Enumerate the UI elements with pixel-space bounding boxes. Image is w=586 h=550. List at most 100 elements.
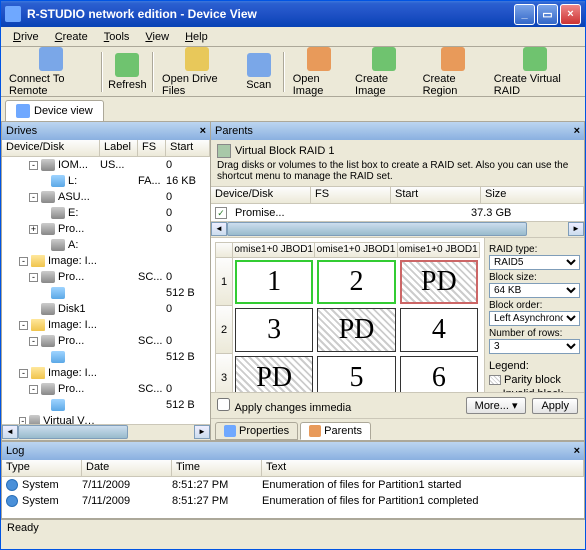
tab-properties[interactable]: Properties: [215, 422, 298, 440]
parents-hscroll[interactable]: ◄ ►: [211, 221, 584, 237]
toolbar-connect-to-remote[interactable]: Connect To Remote: [5, 45, 97, 99]
expand-icon[interactable]: -: [29, 273, 38, 282]
tab-parents[interactable]: Parents: [300, 422, 371, 440]
expand-icon[interactable]: -: [29, 193, 38, 202]
drive-row[interactable]: +Pro...0: [2, 221, 210, 237]
expand-icon[interactable]: [39, 401, 48, 410]
drive-row[interactable]: -Image: I...: [2, 365, 210, 381]
expand-icon[interactable]: -: [29, 337, 38, 346]
drive-row[interactable]: -Virtual Volum...: [2, 413, 210, 424]
toolbar: Connect To RemoteRefreshOpen Drive Files…: [1, 47, 585, 97]
drive-row[interactable]: -Image: I...: [2, 253, 210, 269]
col-device[interactable]: Device/Disk: [2, 140, 100, 156]
expand-icon[interactable]: +: [29, 225, 38, 234]
raid-cell[interactable]: 2: [317, 260, 395, 304]
raid-cell[interactable]: 3: [235, 308, 313, 352]
scroll-left-icon[interactable]: ◄: [211, 222, 227, 236]
raidtype-select[interactable]: RAID5: [489, 255, 580, 270]
expand-icon[interactable]: -: [19, 417, 26, 425]
col-label[interactable]: Label: [100, 140, 138, 156]
drive-row[interactable]: 512 B: [2, 397, 210, 413]
expand-icon[interactable]: -: [19, 257, 28, 266]
expand-icon[interactable]: [39, 289, 48, 298]
raid-cell[interactable]: 5: [317, 356, 395, 392]
scroll-thumb[interactable]: [227, 222, 527, 236]
raid-cell[interactable]: PD: [400, 260, 478, 304]
expand-icon[interactable]: -: [29, 385, 38, 394]
log-row[interactable]: System7/11/20098:51:27 PMEnumeration of …: [2, 493, 584, 509]
drives-hscroll[interactable]: ◄ ►: [2, 424, 210, 440]
expand-icon[interactable]: [39, 177, 48, 186]
scroll-thumb[interactable]: [18, 425, 128, 439]
col-start[interactable]: Start: [166, 140, 210, 156]
menu-view[interactable]: View: [137, 29, 177, 45]
drive-row[interactable]: Disk10: [2, 301, 210, 317]
expand-icon[interactable]: -: [19, 369, 28, 378]
maximize-button[interactable]: ▭: [537, 4, 558, 25]
lcol-type[interactable]: Type: [2, 460, 82, 476]
blockorder-select[interactable]: Left Asynchronous: [489, 311, 580, 326]
drive-row[interactable]: -ASU...0: [2, 189, 210, 205]
expand-icon[interactable]: [39, 209, 48, 218]
drive-row[interactable]: E:0: [2, 205, 210, 221]
drive-row[interactable]: -Image: I...: [2, 317, 210, 333]
toolbar-create-virtual-raid[interactable]: Create Virtual RAID: [490, 45, 581, 99]
toolbar-create-image[interactable]: Create Image: [351, 45, 417, 99]
toolbar-create-region[interactable]: Create Region: [419, 45, 488, 99]
parent-row[interactable]: ✓ Promise... 37.3 GB: [211, 204, 584, 221]
menu-help[interactable]: Help: [177, 29, 216, 45]
expand-icon[interactable]: [39, 353, 48, 362]
apply-button[interactable]: Apply: [532, 398, 578, 414]
close-button[interactable]: ×: [560, 4, 581, 25]
drive-row[interactable]: -IOM...US...0: [2, 157, 210, 173]
toolbar-open-image[interactable]: Open Image: [289, 45, 349, 99]
raid-cell[interactable]: 4: [400, 308, 478, 352]
scroll-left-icon[interactable]: ◄: [2, 425, 18, 439]
expand-icon[interactable]: -: [19, 321, 28, 330]
pcol-size[interactable]: Size: [481, 187, 584, 203]
col-fs[interactable]: FS: [138, 140, 166, 156]
pcol-start[interactable]: Start: [391, 187, 481, 203]
scroll-right-icon[interactable]: ►: [194, 425, 210, 439]
raid-cell[interactable]: 6: [400, 356, 478, 392]
toolbar-open-drive-files[interactable]: Open Drive Files: [158, 45, 237, 99]
blocksize-select[interactable]: 64 KB: [489, 283, 580, 298]
raid-cell[interactable]: PD: [235, 356, 313, 392]
expand-icon[interactable]: [39, 241, 48, 250]
toolbar-scan[interactable]: Scan: [239, 51, 279, 93]
lcol-time[interactable]: Time: [172, 460, 262, 476]
rows-label: Number of rows:: [489, 328, 580, 339]
tab-device-view[interactable]: Device view: [5, 100, 104, 121]
drives-tree[interactable]: -IOM...US...0L:FA...16 KB-ASU...0E:0+Pro…: [2, 157, 210, 424]
parent-checkbox[interactable]: ✓: [215, 207, 227, 219]
pcol-fs[interactable]: FS: [311, 187, 391, 203]
minimize-button[interactable]: _: [514, 4, 535, 25]
lcol-date[interactable]: Date: [82, 460, 172, 476]
scroll-right-icon[interactable]: ►: [568, 222, 584, 236]
drive-row[interactable]: -Pro...SC...0: [2, 333, 210, 349]
apply-immediate-check[interactable]: Apply changes immedia: [217, 398, 351, 414]
drive-row[interactable]: 512 B: [2, 285, 210, 301]
menu-tools[interactable]: Tools: [96, 29, 138, 45]
more-button[interactable]: More... ▾: [466, 397, 527, 414]
drive-row[interactable]: -Pro...SC...0: [2, 381, 210, 397]
menu-create[interactable]: Create: [47, 29, 96, 45]
expand-icon[interactable]: [29, 305, 38, 314]
raid-cell[interactable]: PD: [317, 308, 395, 352]
pcol-device[interactable]: Device/Disk: [211, 187, 311, 203]
log-close-icon[interactable]: ×: [574, 445, 580, 457]
parents-panel: Parents × Virtual Block RAID 1 Drag disk…: [211, 121, 585, 441]
expand-icon[interactable]: -: [29, 161, 38, 170]
lcol-text[interactable]: Text: [262, 460, 584, 476]
drive-row[interactable]: -Pro...SC...0: [2, 269, 210, 285]
parents-close-icon[interactable]: ×: [574, 125, 580, 137]
toolbar-refresh[interactable]: Refresh: [107, 51, 148, 93]
rows-select[interactable]: 3: [489, 339, 580, 354]
drives-close-icon[interactable]: ×: [200, 125, 206, 137]
drive-row[interactable]: 512 B: [2, 349, 210, 365]
drive-row[interactable]: L:FA...16 KB: [2, 173, 210, 189]
raid-cell[interactable]: 1: [235, 260, 313, 304]
drive-row[interactable]: A:: [2, 237, 210, 253]
log-row[interactable]: System7/11/20098:51:27 PMEnumeration of …: [2, 477, 584, 493]
menu-drive[interactable]: Drive: [5, 29, 47, 45]
